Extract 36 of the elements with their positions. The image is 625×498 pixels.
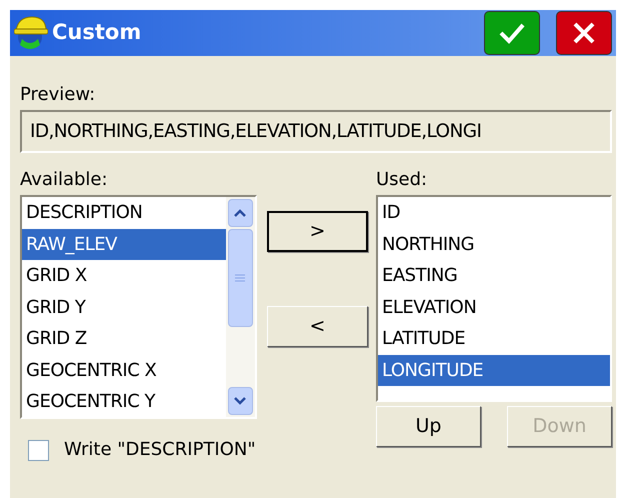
scroll-down-button[interactable]: [228, 387, 253, 415]
checkbox-label: Write "DESCRIPTION": [64, 439, 256, 461]
list-item[interactable]: DESCRIPTION: [22, 197, 226, 228]
list-item[interactable]: LONGITUDE: [378, 354, 610, 386]
list-item[interactable]: RAW_ELEV: [22, 228, 226, 260]
close-icon: [573, 22, 595, 44]
checkmark-icon: [499, 22, 525, 44]
preview-field: ID,NORTHING,EASTING,ELEVATION,LATITUDE,LONGI: [20, 110, 612, 153]
list-item[interactable]: GRID Y: [22, 292, 226, 323]
list-item[interactable]: GEOCENTRIC X: [22, 354, 226, 386]
list-item[interactable]: GEOCENTRIC Y: [22, 386, 226, 417]
caret-down-icon: [234, 397, 246, 405]
used-label: Used:: [376, 169, 428, 191]
scroll-up-button[interactable]: [228, 199, 253, 227]
remove-button[interactable]: <: [266, 306, 368, 347]
list-item[interactable]: GRID X: [22, 260, 226, 292]
grip-icon: [235, 274, 246, 282]
list-item[interactable]: NORTHING: [378, 228, 610, 260]
preview-label: Preview:: [20, 84, 96, 106]
window-title: Custom: [52, 19, 142, 46]
close-button[interactable]: [556, 11, 612, 55]
list-item[interactable]: ELEVATION: [378, 292, 610, 323]
used-list[interactable]: ID NORTHING EASTING ELEVATION LATITUDE LONGITUDE: [376, 195, 612, 402]
list-item[interactable]: GRID Z: [22, 323, 226, 354]
checkbox[interactable]: [28, 440, 49, 460]
add-button[interactable]: >: [266, 211, 368, 252]
ok-button[interactable]: [484, 11, 540, 55]
move-up-button[interactable]: Up: [376, 406, 481, 447]
scrollbar[interactable]: [226, 197, 255, 417]
list-item[interactable]: ID: [378, 197, 610, 228]
available-label: Available:: [20, 169, 109, 191]
caret-up-icon: [234, 209, 246, 217]
available-list[interactable]: DESCRIPTION RAW_ELEV GRID X GRID Y GRID Z GEOCENTRIC X GEOCENTRIC Y: [20, 195, 257, 419]
list-item[interactable]: EASTING: [378, 260, 610, 292]
list-item[interactable]: LATITUDE: [378, 323, 610, 354]
scroll-thumb[interactable]: [228, 229, 253, 327]
